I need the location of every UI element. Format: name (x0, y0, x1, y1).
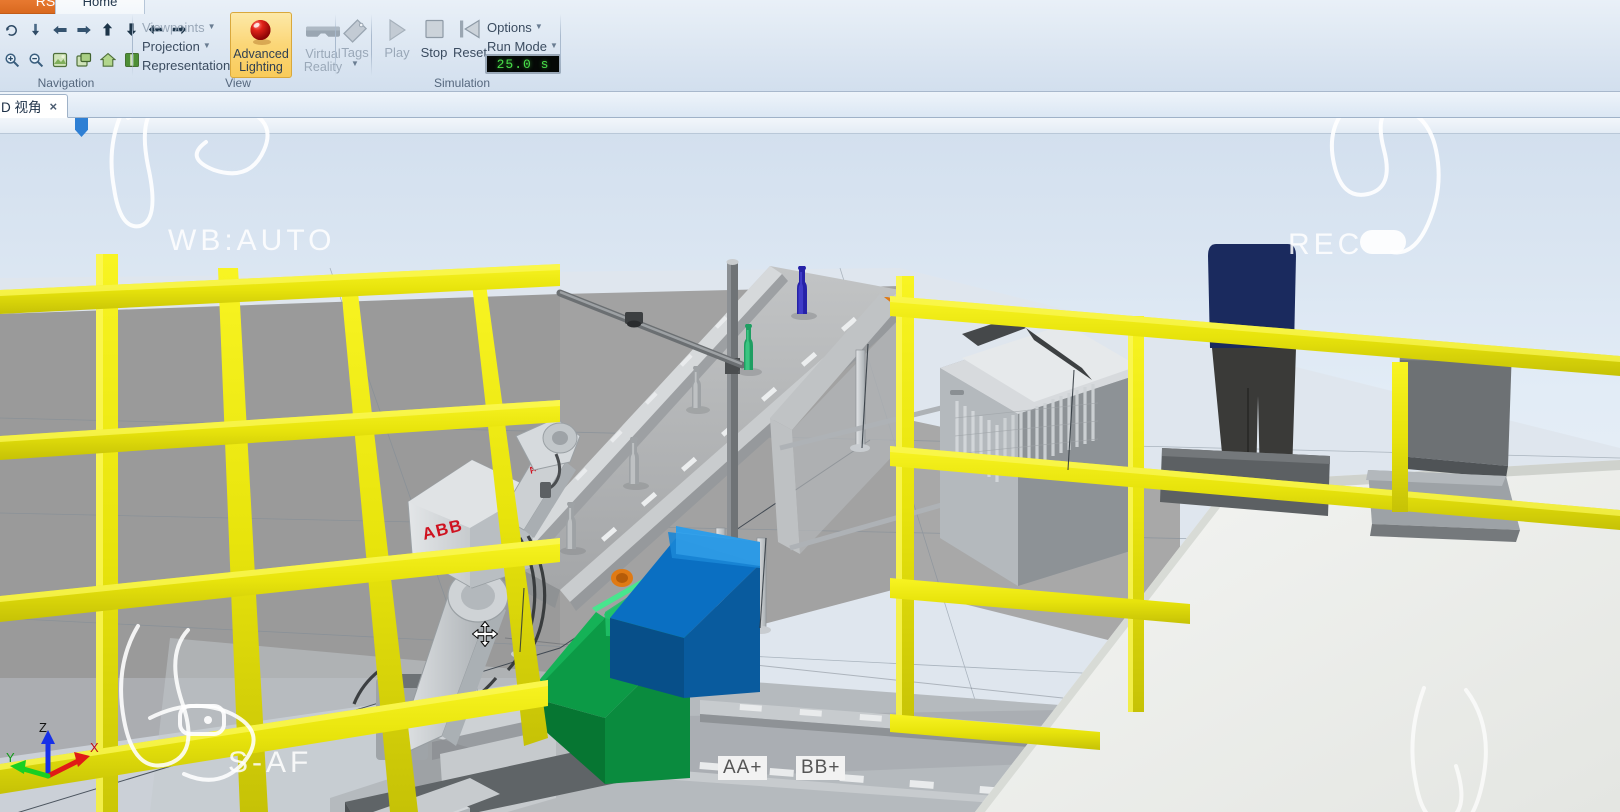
navigation-group-title: Navigation (37, 76, 95, 90)
ribbon-group-tags: Tags ▼ (337, 8, 371, 92)
close-icon[interactable]: × (50, 99, 58, 114)
play-icon (385, 15, 409, 45)
arrow-right-icon[interactable] (74, 20, 93, 39)
reset-icon (457, 15, 483, 45)
robotstudio-window: RS (?) Home (0, 0, 1620, 812)
lighting-sphere-icon (245, 16, 277, 48)
chevron-down-icon: ▼ (351, 59, 359, 68)
group-divider-1 (132, 14, 133, 76)
stop-icon (422, 15, 446, 45)
scene-3d-render: ABB ABB (0, 244, 1620, 812)
simulation-timer-display: 25.0 s (485, 54, 561, 74)
watermark-rec-indicator (1360, 230, 1406, 254)
chevron-down-icon: ▼ (534, 22, 543, 31)
arrow-left-icon[interactable] (50, 20, 69, 39)
projection-label: Projection (142, 38, 200, 54)
viewport-3d[interactable]: ABB ABB (0, 118, 1620, 812)
viewpoints-button[interactable]: Viewpoints ▼ (138, 18, 220, 36)
chevron-down-icon: ▼ (207, 22, 216, 31)
advanced-lighting-label-line2: Lighting (239, 60, 283, 74)
view-group-title: View (225, 76, 251, 90)
zoom-out-icon[interactable] (26, 50, 45, 69)
options-label: Options (487, 19, 532, 35)
chevron-down-icon: ▼ (202, 41, 211, 50)
conveyor-label-bb: BB+ (796, 756, 846, 780)
group-divider-4 (560, 14, 561, 76)
ribbon-group-view: Viewpoints ▼ Projection ▼ Representation… (134, 8, 342, 92)
conveyor-label-aa: AA+ (718, 756, 768, 780)
run-mode-label: Run Mode (487, 38, 547, 54)
advanced-lighting-button[interactable]: Advanced Lighting (230, 12, 292, 78)
projection-button[interactable]: Projection ▼ (138, 37, 215, 55)
view-3d-tab[interactable]: D 视角 × (0, 94, 69, 118)
run-mode-button[interactable]: Run Mode ▼ (483, 37, 562, 55)
chevron-down-icon: ▼ (549, 41, 558, 50)
zoom-window-icon[interactable] (50, 50, 69, 69)
home-view-icon[interactable] (98, 50, 117, 69)
navigation-icon-row-2 (2, 50, 141, 69)
document-tab-bar: D 视角 × (0, 92, 1620, 118)
play-label: Play (384, 45, 410, 60)
zoom-all-icon[interactable] (74, 50, 93, 69)
group-divider-3 (371, 14, 372, 76)
stop-label: Stop (420, 45, 448, 60)
viewpoints-label: Viewpoints (142, 19, 205, 35)
rotate-icon[interactable] (2, 20, 21, 39)
ribbon: RS (?) Home (0, 0, 1620, 92)
pan-down-icon[interactable] (26, 20, 45, 39)
zoom-in-icon[interactable] (2, 50, 21, 69)
simulation-group-title: Simulation (433, 76, 491, 90)
arrow-up-icon[interactable] (98, 20, 117, 39)
options-button[interactable]: Options ▼ (483, 18, 547, 36)
view-3d-tab-label: D 视角 (1, 100, 42, 115)
ribbon-group-simulation: Play Stop Reset Options ▼ Run Mode ▼ 25.… (373, 8, 561, 92)
tags-label: Tags (341, 45, 369, 60)
tag-icon (340, 15, 370, 45)
reset-label: Reset (453, 45, 487, 60)
representation-label: Representation (142, 57, 231, 73)
ribbon-group-navigation: Navigation (0, 8, 187, 92)
